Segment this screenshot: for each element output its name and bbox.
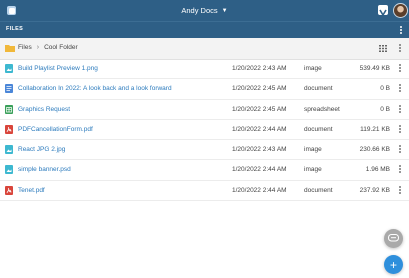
file-row[interactable]: Collaboration In 2022: A look back and a…: [0, 79, 409, 100]
files-section-header: FILES: [0, 21, 409, 39]
workspace-title: Andy Docs: [181, 6, 218, 15]
file-row[interactable]: simple banner.psd 1/20/2022 2:44 AM imag…: [0, 160, 409, 181]
pdf-file-icon: [5, 124, 13, 134]
file-size: 237.92 KB: [359, 186, 390, 194]
file-name-link[interactable]: React JPG 2.jpg: [18, 146, 65, 153]
breadcrumb-root[interactable]: Files: [18, 44, 32, 51]
document-file-icon: [5, 84, 13, 94]
file-row[interactable]: React JPG 2.jpg 1/20/2022 2:43 AM image …: [0, 140, 409, 161]
workspace-switcher[interactable]: Andy Docs ▼: [0, 0, 409, 21]
image-file-icon: [5, 165, 13, 175]
notifications-icon[interactable]: [378, 5, 388, 17]
folder-icon: [5, 45, 15, 52]
file-row[interactable]: Tenet.pdf 1/20/2022 2:44 AM document 237…: [0, 181, 409, 202]
image-file-icon: [5, 64, 13, 73]
file-row[interactable]: Build Playlist Preview 1.png 1/20/2022 2…: [0, 59, 409, 80]
file-row[interactable]: PDFCancellationForm.pdf 1/20/2022 2:44 A…: [0, 120, 409, 141]
spreadsheet-file-icon: [5, 104, 13, 114]
file-size: 539.49 KB: [359, 65, 390, 72]
file-type: image: [304, 146, 322, 154]
file-name-link[interactable]: Graphics Request: [18, 106, 70, 113]
file-date: 1/20/2022 2:45 AM: [232, 85, 287, 93]
file-date: 1/20/2022 2:44 AM: [232, 186, 287, 194]
row-more-icon[interactable]: [399, 124, 401, 134]
file-date: 1/20/2022 2:45 AM: [232, 105, 287, 113]
row-more-icon[interactable]: [399, 64, 401, 73]
chat-bubble-icon: [388, 234, 399, 242]
file-size: 0 B: [380, 105, 390, 113]
file-type: document: [304, 125, 333, 133]
row-more-icon[interactable]: [399, 185, 401, 195]
file-type: document: [304, 186, 333, 194]
file-size: 0 B: [380, 85, 390, 93]
file-date: 1/20/2022 2:43 AM: [232, 65, 287, 72]
file-date: 1/20/2022 2:44 AM: [232, 125, 287, 133]
folder-more-icon[interactable]: [399, 44, 401, 53]
breadcrumb-bar: Files › Cool Folder: [0, 38, 409, 60]
file-date: 1/20/2022 2:43 AM: [232, 146, 287, 154]
image-file-icon: [5, 145, 13, 155]
file-name-link[interactable]: Collaboration In 2022: A look back and a…: [18, 85, 172, 92]
file-list: Build Playlist Preview 1.png 1/20/2022 2…: [0, 59, 409, 202]
file-row[interactable]: Graphics Request 1/20/2022 2:45 AM sprea…: [0, 100, 409, 120]
plus-icon: +: [389, 257, 397, 272]
breadcrumb: Files › Cool Folder: [18, 44, 78, 51]
file-size: 119.21 KB: [360, 125, 390, 133]
file-name-link[interactable]: Build Playlist Preview 1.png: [18, 65, 98, 72]
caret-down-icon: ▼: [221, 7, 228, 14]
row-more-icon[interactable]: [399, 104, 401, 114]
pdf-file-icon: [5, 185, 13, 195]
row-more-icon[interactable]: [399, 165, 401, 174]
file-type: image: [304, 166, 322, 174]
file-type: document: [304, 85, 333, 93]
add-button[interactable]: +: [384, 255, 403, 274]
user-avatar[interactable]: [393, 3, 408, 18]
file-date: 1/20/2022 2:44 AM: [232, 166, 287, 174]
section-more-icon[interactable]: [400, 26, 402, 35]
file-name-link[interactable]: simple banner.psd: [18, 166, 71, 173]
row-more-icon[interactable]: [399, 145, 401, 154]
top-app-bar: Andy Docs ▼: [0, 0, 409, 21]
grid-view-icon[interactable]: [379, 45, 387, 52]
file-type: image: [304, 65, 322, 72]
file-size: 230.66 KB: [359, 146, 390, 154]
file-name-link[interactable]: Tenet.pdf: [18, 187, 45, 194]
section-label: FILES: [6, 26, 24, 32]
breadcrumb-current: Cool Folder: [44, 44, 78, 51]
row-more-icon[interactable]: [399, 84, 401, 93]
chat-button[interactable]: [384, 229, 403, 248]
file-size: 1.96 MB: [365, 166, 390, 174]
file-name-link[interactable]: PDFCancellationForm.pdf: [18, 126, 93, 133]
chevron-right-icon: ›: [36, 44, 40, 51]
